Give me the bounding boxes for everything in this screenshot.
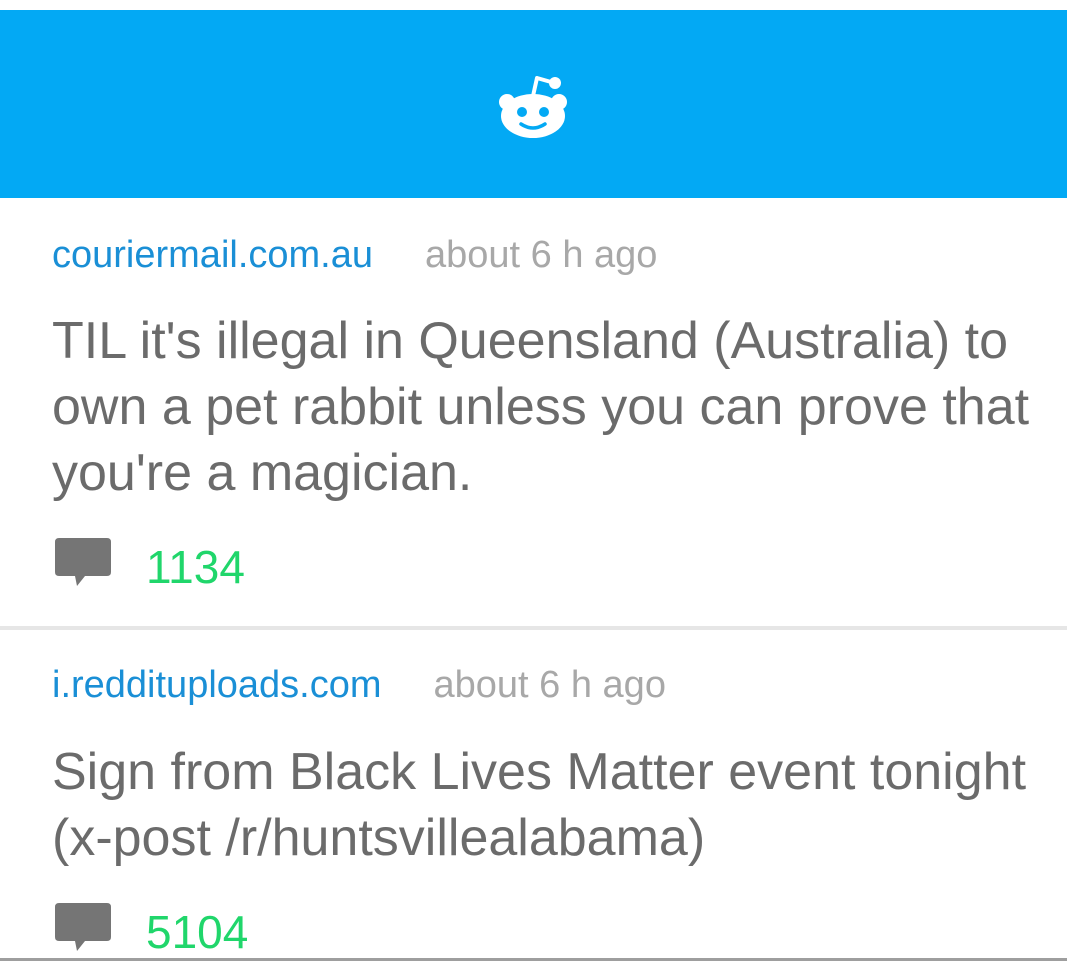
comment-icon (55, 903, 111, 951)
post-timestamp: about 6 h ago (433, 664, 666, 706)
post-domain-link[interactable]: couriermail.com.au (52, 234, 373, 276)
post-timestamp: about 6 h ago (425, 234, 658, 276)
comment-count: 5104 (146, 906, 249, 958)
reddit-alien-icon[interactable] (493, 66, 573, 146)
post-meta: couriermail.com.au about 6 h ago (52, 234, 657, 284)
post-meta: i.reddituploads.com about 6 h ago (52, 664, 666, 714)
app-bar (0, 10, 1067, 198)
post-title[interactable]: Sign from Black Lives Matter event tonig… (52, 739, 1032, 871)
post-divider (0, 626, 1067, 630)
comment-count: 1134 (146, 541, 245, 593)
post-item[interactable]: i.reddituploads.com about 6 h ago Sign fr… (0, 631, 1067, 961)
comment-icon (55, 538, 111, 586)
post-item[interactable]: couriermail.com.au about 6 h ago TIL it's… (0, 198, 1067, 630)
post-title[interactable]: TIL it's illegal in Queensland (Australi… (52, 308, 1032, 506)
top-margin (0, 0, 1067, 10)
post-domain-link[interactable]: i.reddituploads.com (52, 664, 382, 706)
